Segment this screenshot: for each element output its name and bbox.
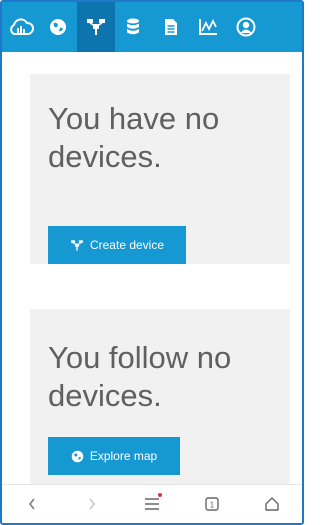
nav-account[interactable] xyxy=(227,2,265,52)
cloud-logo-icon xyxy=(9,18,34,35)
forward-button[interactable] xyxy=(74,486,110,522)
explore-map-button[interactable]: Explore map xyxy=(48,437,180,475)
user-icon xyxy=(236,17,256,37)
back-button[interactable] xyxy=(14,486,50,522)
top-nav-bar xyxy=(2,2,302,52)
home-button[interactable] xyxy=(254,486,290,522)
globe-icon xyxy=(71,450,84,462)
database-icon xyxy=(127,18,140,35)
tabs-icon: 1 xyxy=(205,497,219,511)
nav-map[interactable] xyxy=(40,2,78,52)
forward-chevron-icon xyxy=(89,498,95,510)
devices-network-icon xyxy=(86,19,105,35)
devices-network-icon xyxy=(71,239,83,251)
browser-toolbar: 1 xyxy=(2,484,302,523)
notification-dot xyxy=(158,493,162,497)
followed-devices-panel: You follow no devices. Explore map xyxy=(30,309,290,484)
nav-charts[interactable] xyxy=(190,2,228,52)
no-followed-devices-heading: You follow no devices. xyxy=(48,340,232,413)
tab-count: 1 xyxy=(210,501,215,510)
nav-documents[interactable] xyxy=(152,2,190,52)
create-device-label: Create device xyxy=(89,238,165,252)
document-icon xyxy=(164,19,177,35)
tabs-button[interactable]: 1 xyxy=(194,486,230,522)
explore-map-label: Explore map xyxy=(89,449,158,463)
no-devices-heading: You have no devices. xyxy=(48,101,220,174)
my-devices-panel: You have no devices. Create device xyxy=(30,74,290,264)
home-icon xyxy=(265,497,279,511)
main-content: You have no devices. Create device You f… xyxy=(2,52,302,484)
back-chevron-icon xyxy=(29,498,35,510)
chart-icon xyxy=(199,18,218,35)
menu-icon xyxy=(145,498,159,510)
app-frame: You have no devices. Create device You f… xyxy=(0,0,304,525)
create-device-button[interactable]: Create device xyxy=(48,226,186,264)
globe-icon xyxy=(50,19,67,35)
nav-data[interactable] xyxy=(115,2,153,52)
nav-home[interactable] xyxy=(2,2,40,52)
menu-button[interactable] xyxy=(134,486,170,522)
nav-devices[interactable] xyxy=(77,2,115,52)
